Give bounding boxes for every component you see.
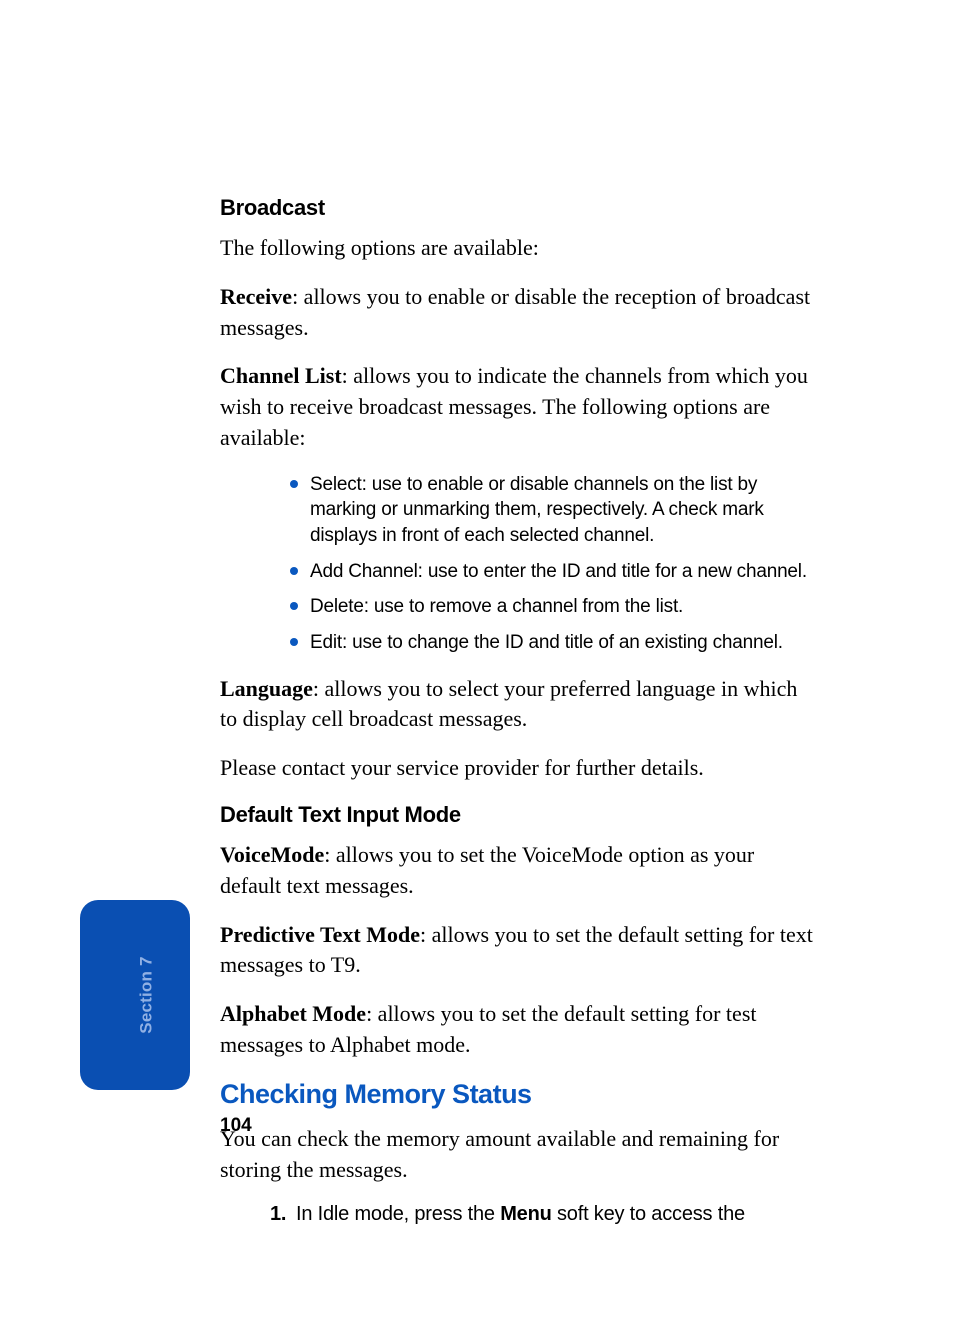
predictive-para: Predictive Text Mode: allows you to set … <box>220 920 815 982</box>
broadcast-intro: The following options are available: <box>220 233 815 264</box>
memory-intro: You can check the memory amount availabl… <box>220 1124 815 1186</box>
step-pre: In Idle mode, press the <box>296 1203 500 1225</box>
language-label: Language <box>220 676 313 701</box>
receive-text: : allows you to enable or disable the re… <box>220 284 810 340</box>
step-number: 1. <box>270 1203 296 1226</box>
step-bold: Menu <box>500 1203 551 1225</box>
bullet-item: Delete: use to remove a channel from the… <box>282 594 815 620</box>
receive-label: Receive <box>220 284 292 309</box>
broadcast-channel: Channel List: allows you to indicate the… <box>220 361 815 453</box>
section-tab: Section 7 <box>80 900 190 1090</box>
bullet-item: Edit: use to change the ID and title of … <box>282 630 815 656</box>
broadcast-contact: Please contact your service provider for… <box>220 753 815 784</box>
channel-bullet-list: Select: use to enable or disable channel… <box>220 472 815 656</box>
broadcast-receive: Receive: allows you to enable or disable… <box>220 282 815 344</box>
voicemode-para: VoiceMode: allows you to set the VoiceMo… <box>220 840 815 902</box>
predictive-label: Predictive Text Mode <box>220 922 420 947</box>
default-input-heading: Default Text Input Mode <box>220 802 815 828</box>
bullet-item: Add Channel: use to enter the ID and tit… <box>282 559 815 585</box>
alphabet-para: Alphabet Mode: allows you to set the def… <box>220 999 815 1061</box>
memory-status-title: Checking Memory Status <box>220 1079 815 1110</box>
content-area: Broadcast The following options are avai… <box>220 195 815 1226</box>
step-1: 1.In Idle mode, press the Menu soft key … <box>270 1203 815 1226</box>
alphabet-label: Alphabet Mode <box>220 1001 366 1026</box>
bullet-item: Select: use to enable or disable channel… <box>282 472 815 549</box>
section-tab-label: Section 7 <box>136 956 156 1033</box>
voicemode-label: VoiceMode <box>220 842 324 867</box>
channel-label: Channel List <box>220 363 342 388</box>
step-post: soft key to access the <box>552 1203 745 1225</box>
broadcast-language: Language: allows you to select your pref… <box>220 674 815 736</box>
broadcast-heading: Broadcast <box>220 195 815 221</box>
page-number: 104 <box>220 1115 252 1137</box>
page: Section 7 Broadcast The following option… <box>0 0 954 1319</box>
